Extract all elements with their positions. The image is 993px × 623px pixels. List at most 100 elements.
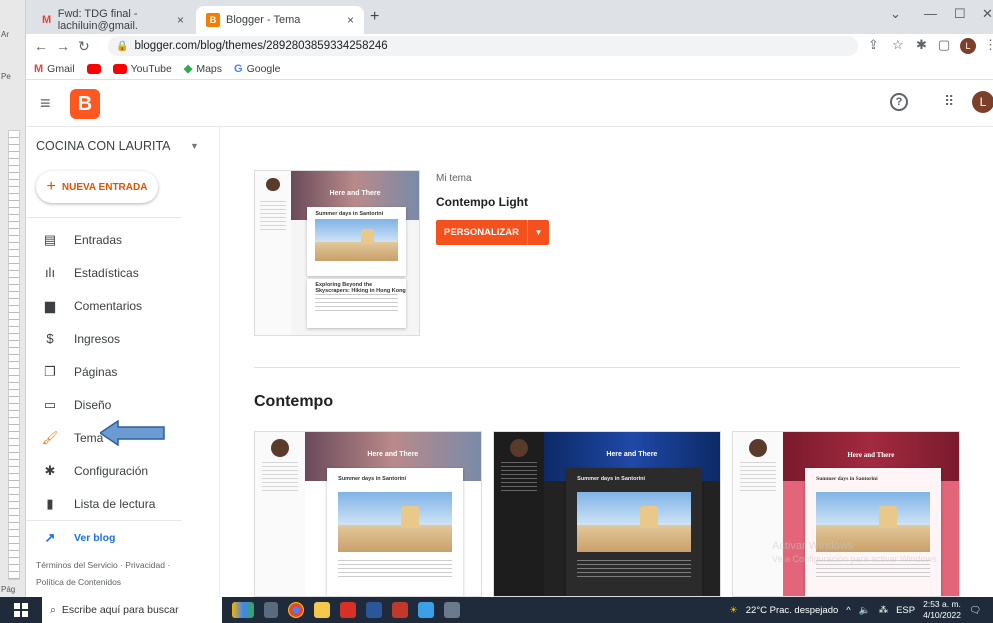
search-icon: ⌕ bbox=[50, 603, 56, 616]
share-icon[interactable]: ⇪ bbox=[868, 37, 879, 53]
profile-avatar[interactable]: L bbox=[960, 38, 976, 54]
clock-date: 4/10/2022 bbox=[923, 610, 961, 620]
volume-icon[interactable]: 🔈 bbox=[859, 605, 871, 616]
reload-icon[interactable]: ↻ bbox=[78, 38, 90, 55]
windows-taskbar: ⌕ Escribe aquí para buscar ☀ 22°C Prac. … bbox=[0, 597, 993, 623]
language-indicator[interactable]: ESP bbox=[896, 605, 915, 616]
sidebar-item-label: Configuración bbox=[74, 463, 149, 478]
sidebar-item-ingresos[interactable]: $ Ingresos bbox=[26, 322, 220, 355]
tab-label: Fwd: TDG final - lachiluin@gmail. bbox=[57, 8, 138, 32]
theme-card-contempo-light[interactable]: Here and There Summer days in Santorini bbox=[254, 431, 482, 597]
bookmark-label: Google bbox=[246, 62, 281, 75]
maps-icon: ◆ bbox=[183, 63, 193, 75]
menu-icon[interactable]: ⋮ bbox=[984, 37, 993, 53]
weather-icon: ☀ bbox=[729, 604, 738, 616]
notifications-icon[interactable]: 🗨 bbox=[969, 605, 981, 616]
sidebar-nav: ▤ Entradas ılı Estadísticas ▆ Comentarios $… bbox=[26, 223, 220, 554]
view-blog-link[interactable]: ↗ Ver blog bbox=[26, 521, 220, 554]
bookmark-google[interactable]: G Google bbox=[234, 63, 280, 75]
footer-line[interactable]: Términos del Servicio · Privacidad · bbox=[36, 557, 216, 574]
theme-card-contempo-dark[interactable]: Here and There Summer days in Santorini bbox=[493, 431, 721, 597]
customize-button[interactable]: PERSONALIZAR bbox=[436, 220, 527, 245]
bookmark-maps[interactable]: ◆ Maps bbox=[183, 62, 222, 76]
footer-line[interactable]: Política de Contenidos bbox=[36, 574, 216, 591]
posts-icon: ▤ bbox=[43, 231, 57, 247]
acrobat-icon[interactable] bbox=[340, 602, 356, 618]
weather-text[interactable]: 22°C Prac. despejado bbox=[746, 605, 839, 616]
preview-post-title: Summer days in Santorini bbox=[338, 475, 407, 482]
close-window-button[interactable]: ✕ bbox=[982, 6, 993, 22]
preview-post-title: Summer days in Santorini bbox=[816, 475, 878, 482]
system-tray: ☀ 22°C Prac. despejado ^ 🔈 ⁂ ESP 2:53 a.… bbox=[729, 597, 993, 623]
tab-blogger[interactable]: B Blogger - Tema × bbox=[196, 6, 364, 34]
close-tab-button[interactable]: × bbox=[177, 13, 184, 27]
minimize-button[interactable]: — bbox=[924, 6, 937, 21]
preview-post-title: Summer days in Santorini bbox=[577, 475, 646, 482]
preview-post-title: Summer days in Santorini bbox=[315, 211, 384, 218]
clock[interactable]: 2:53 a. m. 4/10/2022 bbox=[923, 599, 961, 621]
screen: Ar Pe Pág M Fwd: TDG final - lachiluin@g… bbox=[0, 0, 993, 623]
widgets-icon[interactable] bbox=[232, 602, 254, 618]
sidepanel-icon[interactable]: ▢ bbox=[938, 37, 950, 53]
sidebar-item-label: Diseño bbox=[74, 397, 112, 412]
task-view-icon[interactable] bbox=[264, 602, 278, 618]
app-icon[interactable] bbox=[392, 602, 408, 618]
sidebar-item-entradas[interactable]: ▤ Entradas bbox=[26, 223, 220, 256]
url-field[interactable]: 🔒 blogger.com/blog/themes/28928038593342… bbox=[108, 36, 858, 56]
caret-down-icon[interactable]: ▼ bbox=[190, 141, 199, 151]
new-tab-button[interactable]: + bbox=[370, 8, 379, 26]
sidebar-item-paginas[interactable]: ❐ Páginas bbox=[26, 355, 220, 388]
preview-post-title-2: Exploring Beyond the Skyscrapers: Hiking… bbox=[315, 282, 406, 295]
word-icon[interactable] bbox=[366, 602, 382, 618]
taskbar-search-placeholder: Escribe aquí para buscar bbox=[61, 604, 179, 616]
underlying-window-edge: Ar Pe Pág bbox=[0, 0, 26, 597]
extensions-icon[interactable]: ✱ bbox=[916, 37, 927, 53]
lock-icon: 🔒 bbox=[116, 40, 129, 52]
blog-selector[interactable]: COCINA CON LAURITA bbox=[36, 139, 171, 153]
bookmark-youtube-apps[interactable] bbox=[86, 63, 101, 74]
customize-dropdown-icon[interactable]: ▼ bbox=[526, 220, 549, 245]
blogger-logo[interactable]: B bbox=[70, 89, 100, 119]
help-icon[interactable]: ? bbox=[890, 93, 908, 111]
theme-card-contempo-pink[interactable]: Here and There Summer days in Santorini bbox=[732, 431, 960, 597]
tab-gmail[interactable]: M Fwd: TDG final - lachiluin@gmail. × bbox=[32, 6, 194, 34]
chevron-up-icon[interactable]: ^ bbox=[846, 605, 850, 616]
bookmark-gmail[interactable]: M Gmail bbox=[34, 63, 75, 75]
url-text: blogger.com/blog/themes/2892803859334258… bbox=[134, 40, 388, 52]
hamburger-menu-icon[interactable]: ≡ bbox=[40, 93, 51, 114]
chevron-down-icon[interactable]: ⌄ bbox=[890, 6, 901, 22]
sidebar-item-estadisticas[interactable]: ılı Estadísticas bbox=[26, 256, 220, 289]
sidebar-item-configuracion[interactable]: ✱ Configuración bbox=[26, 454, 220, 487]
sidebar: COCINA CON LAURITA ▼ + NUEVA ENTRADA ▤ En… bbox=[26, 127, 220, 597]
app-icon[interactable] bbox=[444, 602, 460, 618]
file-explorer-icon[interactable] bbox=[314, 602, 330, 618]
settings-icon: ✱ bbox=[44, 462, 56, 478]
sidebar-item-lista-lectura[interactable]: ▮ Lista de lectura bbox=[26, 487, 220, 520]
photos-icon[interactable] bbox=[418, 602, 434, 618]
back-icon[interactable]: ← bbox=[34, 38, 48, 54]
star-icon[interactable]: ☆ bbox=[892, 37, 904, 53]
chrome-icon[interactable] bbox=[288, 602, 304, 618]
network-icon[interactable]: ⁂ bbox=[879, 605, 889, 616]
account-avatar[interactable]: L bbox=[972, 91, 993, 113]
theme-main: Here and There Summer days in Santorini … bbox=[220, 127, 993, 597]
current-theme-preview[interactable]: Here and There Summer days in Santorini … bbox=[254, 170, 420, 336]
bookmark-youtube[interactable]: YouTube bbox=[112, 63, 172, 75]
sidebar-item-comentarios[interactable]: ▆ Comentarios bbox=[26, 289, 220, 322]
vertical-ruler bbox=[8, 130, 20, 580]
apps-grid-icon[interactable]: ⠿ bbox=[944, 93, 954, 110]
new-post-label: NUEVA ENTRADA bbox=[61, 181, 148, 193]
youtube-icon bbox=[86, 63, 101, 74]
windows-start-icon[interactable] bbox=[14, 603, 28, 617]
close-tab-button[interactable]: × bbox=[347, 13, 354, 27]
sidebar-item-diseno[interactable]: ▭ Diseño bbox=[26, 388, 220, 421]
sidebar-item-label: Comentarios bbox=[74, 298, 143, 313]
footer-links: Términos del Servicio · Privacidad · Pol… bbox=[36, 557, 216, 591]
stats-icon: ılı bbox=[44, 265, 56, 280]
taskbar-search[interactable]: ⌕ Escribe aquí para buscar bbox=[42, 597, 222, 623]
underlying-label: Ar bbox=[1, 30, 9, 39]
forward-icon[interactable]: → bbox=[56, 38, 70, 54]
maximize-button[interactable]: ☐ bbox=[954, 6, 966, 22]
new-post-button[interactable]: + NUEVA ENTRADA bbox=[36, 171, 158, 203]
blogger-header: ≡ B ? ⠿ L bbox=[26, 81, 993, 127]
